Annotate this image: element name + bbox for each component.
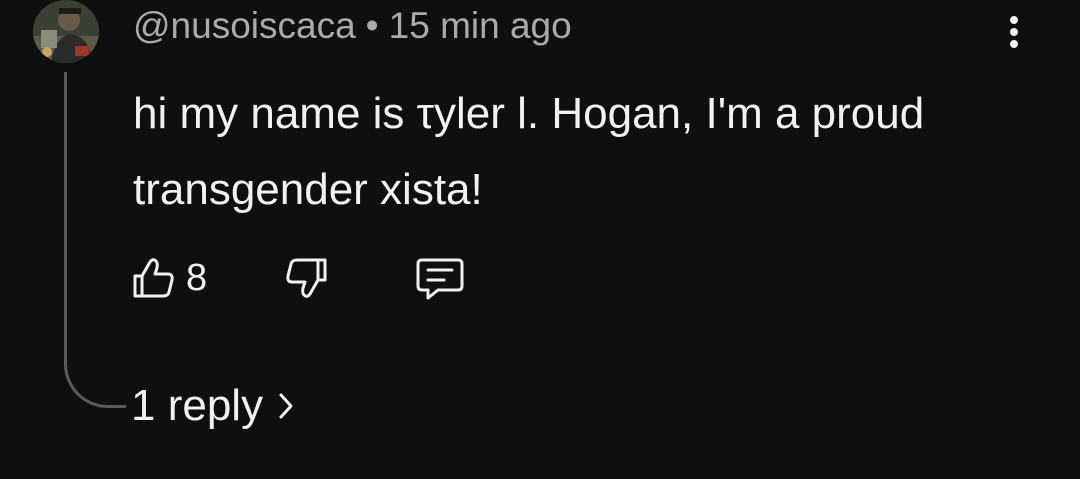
dislike-button[interactable] — [282, 252, 330, 304]
reply-button[interactable] — [414, 252, 466, 304]
avatar-image — [33, 0, 99, 63]
chevron-right-icon — [277, 391, 295, 421]
like-count: 8 — [186, 256, 208, 299]
comment-header: @nusoiscaca • 15 min ago — [133, 2, 572, 50]
reply-thread-line — [64, 72, 126, 408]
comment-bubble-icon — [416, 258, 464, 300]
comment-text: hi my name is τyler l. Hogan, I'm a prou… — [133, 89, 925, 214]
like-button[interactable]: 8 — [130, 252, 207, 304]
view-replies-button[interactable]: 1 reply — [131, 378, 295, 434]
replies-label: 1 reply — [131, 381, 264, 430]
thumbs-up-icon — [133, 258, 174, 298]
more-options-button[interactable] — [994, 10, 1034, 54]
avatar[interactable] — [33, 0, 99, 63]
thumbs-down-icon — [286, 258, 327, 298]
vertical-ellipsis-icon — [1010, 16, 1018, 48]
comment-card: @nusoiscaca • 15 min ago hi my name is τyl… — [0, 0, 1080, 479]
separator-dot: • — [365, 5, 379, 46]
timestamp: 15 min ago — [388, 5, 572, 46]
username[interactable]: @nusoiscaca — [133, 5, 356, 46]
